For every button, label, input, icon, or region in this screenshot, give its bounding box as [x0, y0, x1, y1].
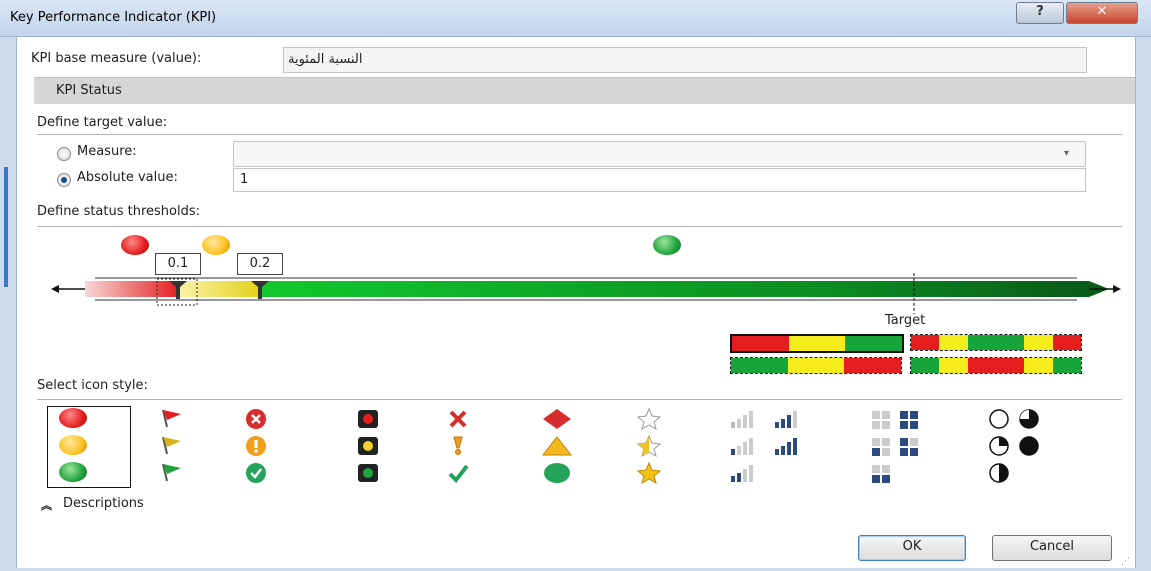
quarter-full-icon	[1019, 436, 1039, 456]
slider-left-arrow-icon	[51, 285, 59, 293]
icon-style-traffic-lights[interactable]	[357, 408, 387, 488]
yellow-exclamation-circle-icon	[246, 436, 266, 456]
green-status-dot	[653, 235, 681, 255]
red-diamond-icon	[543, 409, 571, 429]
icon-style-flags[interactable]	[159, 408, 189, 488]
icon-style-quarters[interactable]	[987, 408, 1067, 488]
quarter-half-icon	[989, 463, 1009, 483]
absolute-value-radio[interactable]	[57, 173, 71, 187]
band-preset-green-yellow-red-yellow-green[interactable]	[910, 357, 1082, 374]
icon-style-stars[interactable]	[637, 408, 667, 488]
absolute-value-label: Absolute value:	[77, 170, 178, 185]
target-separator	[37, 134, 1122, 135]
boxes-4-icon	[900, 411, 918, 429]
green-check-circle-icon	[246, 463, 266, 483]
ok-button[interactable]: OK	[858, 535, 966, 561]
band-preset-red-yellow-green-yellow-red[interactable]	[910, 334, 1082, 351]
absolute-value-input[interactable]: 1	[233, 168, 1086, 192]
red-segment	[85, 281, 179, 297]
thresholds-separator	[37, 226, 1122, 227]
icon-style-unboxed-symbols[interactable]	[447, 408, 477, 488]
green-check-icon	[448, 464, 469, 484]
green-flag-icon	[162, 463, 181, 482]
yellow-flag-icon	[162, 436, 181, 455]
traffic-light-green-icon	[358, 464, 378, 482]
half-star-icon	[637, 435, 661, 457]
full-star-icon	[637, 462, 661, 484]
icon-style-shapes[interactable]	[541, 408, 575, 488]
yellow-status-dot	[202, 235, 230, 255]
quarter-three-quarters-icon	[1019, 409, 1039, 429]
icon-style-heading: Select icon style:	[37, 378, 148, 393]
boxes-0-icon	[872, 411, 890, 429]
target-heading: Define target value:	[37, 115, 168, 130]
target-label: Target	[885, 313, 926, 328]
boxes-3-icon	[900, 438, 918, 456]
absolute-value-text: 1	[240, 172, 249, 187]
signal-bars-1-icon	[731, 411, 753, 428]
base-measure-field[interactable]: النسبة المئوية	[283, 47, 1087, 73]
red-x-icon	[449, 410, 467, 428]
window-title: Key Performance Indicator (KPI)	[10, 10, 217, 25]
signal-bars-4-icon	[775, 438, 797, 455]
measure-radio[interactable]	[57, 147, 71, 161]
title-bar: Key Performance Indicator (KPI) ? ✕	[0, 0, 1151, 37]
icon-style-separator	[37, 399, 1122, 400]
yellow-circle-icon	[59, 435, 87, 455]
signal-bars-2-icon	[731, 438, 753, 455]
band-preset-green-yellow-red[interactable]	[730, 357, 902, 374]
measure-dropdown[interactable]: ▾	[233, 141, 1086, 167]
quarter-one-quarter-icon	[989, 436, 1009, 456]
red-status-dot	[121, 235, 149, 255]
green-circle-shape-icon	[544, 463, 570, 483]
green-circle-icon	[59, 462, 87, 482]
icon-style-symbols[interactable]	[245, 408, 275, 488]
icon-style-signal-bars[interactable]	[729, 408, 819, 488]
dialog-content: KPI base measure (value): النسبة المئوية…	[17, 37, 1135, 568]
left-accent	[4, 167, 8, 287]
signal-bars-0-icon	[731, 465, 753, 482]
red-x-circle-icon	[246, 409, 266, 429]
close-button[interactable]: ✕	[1066, 2, 1138, 24]
green-segment	[259, 281, 1089, 297]
yellow-triangle-icon	[541, 436, 573, 456]
red-circle-icon	[59, 408, 87, 428]
window-right-border	[1135, 37, 1151, 571]
measure-label: Measure:	[77, 144, 137, 159]
thresholds-heading: Define status thresholds:	[37, 204, 201, 219]
base-measure-value: النسبة المئوية	[288, 52, 363, 67]
boxes-2-icon	[872, 465, 890, 483]
double-chevron-up-icon[interactable]: ︽	[41, 497, 52, 513]
cancel-button[interactable]: Cancel	[992, 535, 1112, 561]
band-preset-red-yellow-green[interactable]	[730, 334, 904, 353]
yellow-segment	[179, 281, 259, 297]
descriptions-toggle[interactable]: Descriptions	[63, 496, 144, 511]
help-button[interactable]: ?	[1016, 2, 1064, 24]
slider-right-arrow-icon	[1113, 285, 1121, 293]
traffic-light-red-icon	[358, 410, 378, 428]
kpi-status-label: KPI Status	[56, 83, 122, 98]
traffic-light-yellow-icon	[358, 437, 378, 455]
yellow-exclamation-icon	[453, 436, 463, 455]
threshold-slider[interactable]	[51, 269, 1121, 319]
chevron-down-icon: ▾	[1064, 148, 1070, 159]
icon-style-boxes[interactable]	[871, 408, 943, 488]
empty-star-icon	[637, 408, 661, 430]
base-measure-label: KPI base measure (value):	[31, 51, 202, 66]
window-left-border	[0, 37, 17, 571]
boxes-1-icon	[872, 438, 890, 456]
resize-grip-icon[interactable]: ⋰	[1121, 557, 1130, 567]
signal-bars-3-icon	[775, 411, 797, 428]
red-flag-icon	[162, 409, 181, 428]
kpi-status-header: KPI Status	[34, 77, 1135, 104]
quarter-empty-icon	[989, 409, 1009, 429]
